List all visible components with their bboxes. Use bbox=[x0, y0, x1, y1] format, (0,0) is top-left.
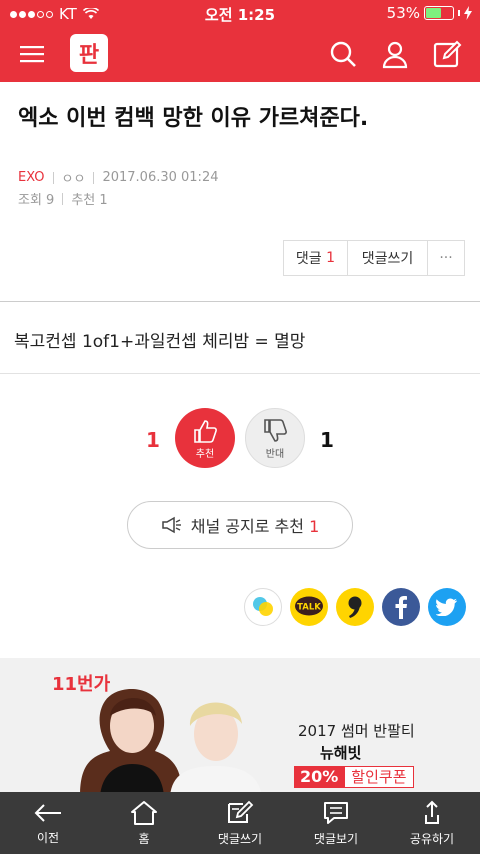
bottom-nav: 이전 홈 댓글쓰기 댓글보기 공유하기 bbox=[0, 792, 480, 854]
kakaostory-share-button[interactable] bbox=[244, 588, 282, 626]
nav-view-comments-label: 댓글보기 bbox=[313, 831, 359, 846]
megaphone-icon bbox=[162, 516, 181, 534]
nav-home-label: 홈 bbox=[138, 831, 150, 846]
back-arrow-icon bbox=[34, 803, 61, 822]
kakaotalk-icon: TALK bbox=[295, 596, 323, 616]
battery-status: 53% bbox=[387, 4, 472, 22]
nav-share[interactable]: 공유하기 bbox=[384, 792, 480, 854]
app-header: 판 bbox=[0, 26, 480, 82]
write-comment-button[interactable]: 댓글쓰기 bbox=[348, 241, 428, 275]
home-icon bbox=[131, 800, 157, 825]
recommend-stat: 추천 1 bbox=[71, 189, 107, 208]
thumbs-up-icon bbox=[194, 419, 217, 443]
recommend-stat-count: 1 bbox=[99, 193, 108, 208]
nav-write-comment[interactable]: 댓글쓰기 bbox=[192, 792, 288, 854]
view-count: 조회 9 bbox=[18, 193, 55, 208]
channel-notice-recommend-button[interactable]: 채널 공지로 추천 1 bbox=[127, 501, 353, 549]
post-datetime: 2017.06.30 01:24 bbox=[102, 170, 219, 185]
recommend-stat-label: 추천 bbox=[71, 193, 96, 208]
thumbs-down-icon bbox=[264, 418, 287, 442]
upvote-label: 추천 bbox=[195, 448, 215, 460]
share-icon bbox=[425, 800, 439, 824]
post-body: 복고컨셉 1of1+과일컨셉 체리밤 = 멸망 bbox=[14, 332, 306, 352]
menu-icon[interactable] bbox=[18, 39, 48, 69]
downvote-button[interactable]: 반대 bbox=[245, 408, 305, 468]
battery-percent: 53% bbox=[386, 4, 420, 22]
ad-model-image bbox=[80, 689, 261, 792]
nav-back-label: 이전 bbox=[36, 830, 60, 845]
comments-button[interactable]: 댓글 1 bbox=[284, 241, 348, 275]
ad-coupon-label: 할인쿠폰 bbox=[344, 766, 414, 788]
divider bbox=[0, 301, 480, 302]
talk-label: TALK bbox=[297, 603, 321, 613]
write-post-icon[interactable] bbox=[432, 39, 462, 69]
notice-label: 채널 공지로 추천 bbox=[190, 517, 304, 536]
battery-icon bbox=[424, 6, 454, 20]
nav-view-comments[interactable]: 댓글보기 bbox=[288, 792, 384, 854]
comment-icon bbox=[324, 801, 348, 824]
ad-percent: 20% bbox=[294, 766, 345, 788]
post-meta: EXO ㅇㅇ 2017.06.30 01:24 bbox=[18, 168, 218, 187]
comments-label: 댓글 bbox=[295, 251, 322, 267]
ad-line2: 뉴해빗 bbox=[320, 744, 362, 762]
author-name[interactable]: ㅇㅇ bbox=[62, 168, 86, 187]
upvote-count: 1 bbox=[146, 428, 160, 452]
channel-link[interactable]: EXO bbox=[18, 170, 45, 185]
twitter-icon bbox=[436, 598, 457, 616]
kakaotalk-share-button[interactable]: TALK bbox=[290, 588, 328, 626]
facebook-icon bbox=[395, 596, 407, 619]
nav-back[interactable]: 이전 bbox=[0, 792, 96, 854]
nav-share-label: 공유하기 bbox=[409, 831, 455, 846]
kakaopage-share-button[interactable] bbox=[336, 588, 374, 626]
post-action-group: 댓글 1 댓글쓰기 ··· bbox=[283, 240, 465, 276]
notice-count: 1 bbox=[309, 517, 320, 536]
twitter-share-button[interactable] bbox=[428, 588, 466, 626]
downvote-label: 반대 bbox=[265, 448, 285, 460]
app-logo[interactable]: 판 bbox=[70, 34, 108, 72]
downvote-count: 1 bbox=[320, 428, 334, 452]
divider bbox=[0, 373, 480, 374]
post-stats: 조회 9 추천 1 bbox=[18, 189, 108, 208]
facebook-share-button[interactable] bbox=[382, 588, 420, 626]
status-bar: KT 오전 1:25 53% bbox=[0, 0, 480, 26]
more-button[interactable]: ··· bbox=[428, 241, 464, 275]
upvote-button[interactable]: 추천 bbox=[175, 408, 235, 468]
post-title: 엑소 이번 컴백 망한 이유 가르쳐준다. bbox=[18, 106, 369, 131]
logo-text: 판 bbox=[78, 43, 100, 68]
charging-icon bbox=[464, 6, 472, 20]
search-icon[interactable] bbox=[328, 39, 358, 69]
ad-line1: 2017 썸머 반팔티 bbox=[298, 722, 415, 740]
write-icon bbox=[228, 800, 254, 823]
ad-banner[interactable]: 11번가 2017 썸머 반팔티 뉴해빗 20% 할인쿠폰 bbox=[0, 658, 480, 792]
ad-coupon-badge: 20% 할인쿠폰 bbox=[294, 766, 414, 788]
nav-write-comment-label: 댓글쓰기 bbox=[217, 831, 263, 846]
kakao-quote-icon bbox=[348, 596, 362, 618]
kakaostory-icon bbox=[253, 597, 273, 616]
user-icon[interactable] bbox=[380, 39, 410, 69]
comments-count: 1 bbox=[326, 250, 336, 266]
nav-home[interactable]: 홈 bbox=[96, 792, 192, 854]
